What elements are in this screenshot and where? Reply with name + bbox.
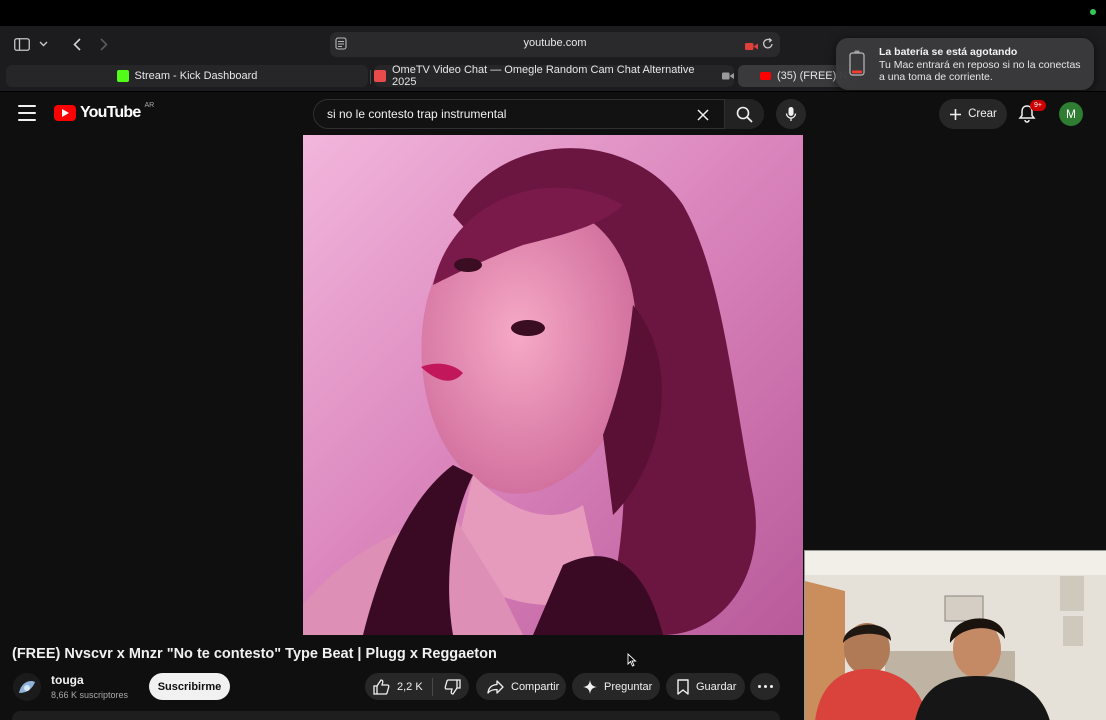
channel-avatar[interactable] — [13, 673, 41, 701]
youtube-logo[interactable]: YouTube AR — [54, 101, 155, 122]
dislike-button[interactable] — [444, 678, 461, 695]
more-dot-icon — [757, 685, 761, 688]
save-label: Guardar — [696, 680, 737, 693]
subscriber-count: 8,66 K suscriptores — [51, 690, 129, 700]
youtube-masthead: YouTube AR si no le contesto trap instru… — [0, 92, 1106, 135]
camera-icon — [722, 72, 734, 80]
like-button[interactable]: 2,2 K — [373, 678, 423, 695]
notification-count-badge: 9+ — [1030, 100, 1046, 111]
create-button[interactable]: Crear — [939, 99, 1007, 129]
tab-ometv[interactable]: OmeTV Video Chat — Omegle Random Cam Cha… — [374, 64, 734, 88]
like-divider — [431, 677, 433, 696]
create-label: Crear — [968, 108, 997, 120]
description-box[interactable] — [12, 711, 780, 720]
bookmark-icon — [677, 678, 689, 695]
thumbs-up-icon — [373, 678, 390, 695]
youtube-favicon-icon — [760, 72, 771, 80]
reload-icon[interactable] — [762, 37, 774, 55]
menu-icon[interactable] — [18, 105, 36, 121]
notification-title: La batería se está agotando — [879, 46, 1018, 58]
chevron-down-icon[interactable] — [39, 34, 48, 54]
forward-icon[interactable] — [100, 34, 108, 54]
back-icon[interactable] — [73, 34, 81, 54]
subscribe-button[interactable]: Suscribirme — [149, 673, 230, 700]
more-dot-icon — [769, 685, 773, 688]
address-bar[interactable]: youtube.com — [330, 32, 780, 57]
tab-divider — [370, 70, 371, 84]
share-button[interactable]: Compartir — [476, 673, 566, 700]
ask-button[interactable]: Preguntar — [572, 673, 660, 700]
more-dot-icon — [763, 685, 767, 688]
tab-label: OmeTV Video Chat — Omegle Random Cam Cha… — [392, 64, 695, 88]
ask-label: Preguntar — [604, 680, 653, 693]
menu-bar-strip — [0, 0, 1106, 26]
sparkle-icon — [583, 679, 597, 694]
more-actions-button[interactable] — [750, 673, 780, 700]
plus-icon — [949, 108, 962, 121]
ometv-favicon-icon — [374, 70, 386, 82]
like-dislike-group: 2,2 K — [365, 673, 469, 700]
country-code: AR — [144, 101, 155, 109]
battery-low-icon — [849, 50, 865, 81]
video-title: (FREE) Nvscvr x Mnzr "No te contesto" Ty… — [12, 646, 497, 662]
search-button[interactable] — [724, 99, 764, 129]
search-input[interactable]: si no le contesto trap instrumental — [327, 107, 506, 121]
tab-kick-dashboard[interactable]: Stream - Kick Dashboard — [6, 65, 368, 87]
video-frame-image — [303, 135, 803, 635]
share-icon — [487, 679, 504, 694]
notifications-button[interactable]: 9+ — [1018, 100, 1046, 123]
voice-search-button[interactable] — [776, 99, 806, 129]
share-label: Compartir — [511, 680, 560, 693]
tab-label: Stream - Kick Dashboard — [134, 70, 258, 82]
kick-favicon-icon — [116, 70, 129, 82]
low-battery-notification[interactable]: La batería se está agotando Tu Mac entra… — [836, 38, 1094, 90]
webcam-video-image — [805, 551, 1106, 720]
account-avatar[interactable]: M — [1059, 102, 1083, 126]
thumbs-down-icon — [444, 678, 461, 695]
search-icon — [736, 106, 753, 123]
channel-name[interactable]: touga — [51, 673, 84, 687]
url-text: youtube.com — [523, 37, 587, 49]
sidebar-toggle-icon[interactable] — [14, 34, 30, 54]
camera-in-use-icon[interactable] — [745, 38, 758, 56]
like-count: 2,2 K — [397, 680, 423, 693]
save-button[interactable]: Guardar — [666, 673, 745, 700]
clear-search-icon[interactable] — [697, 108, 709, 126]
video-player[interactable] — [303, 135, 803, 635]
mouse-pointer-icon — [627, 652, 637, 672]
webcam-overlay — [804, 550, 1106, 720]
microphone-icon — [785, 106, 797, 122]
search-box[interactable]: si no le contesto trap instrumental — [313, 99, 764, 129]
youtube-wordmark: YouTube — [80, 104, 141, 121]
youtube-play-icon — [54, 105, 76, 121]
notification-message: Tu Mac entrará en reposo si no la conect… — [879, 59, 1081, 83]
camera-indicator-icon — [1090, 9, 1096, 15]
